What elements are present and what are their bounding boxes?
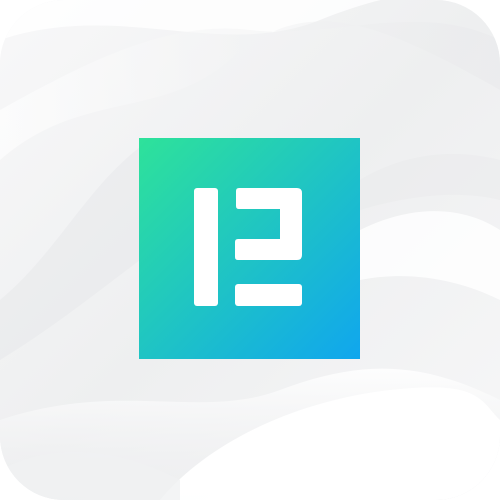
app-icon[interactable] xyxy=(0,0,500,500)
logo-vertical-bar xyxy=(194,188,218,306)
logo-bottom-bar xyxy=(235,284,302,306)
logo-mark-icon xyxy=(139,138,360,359)
